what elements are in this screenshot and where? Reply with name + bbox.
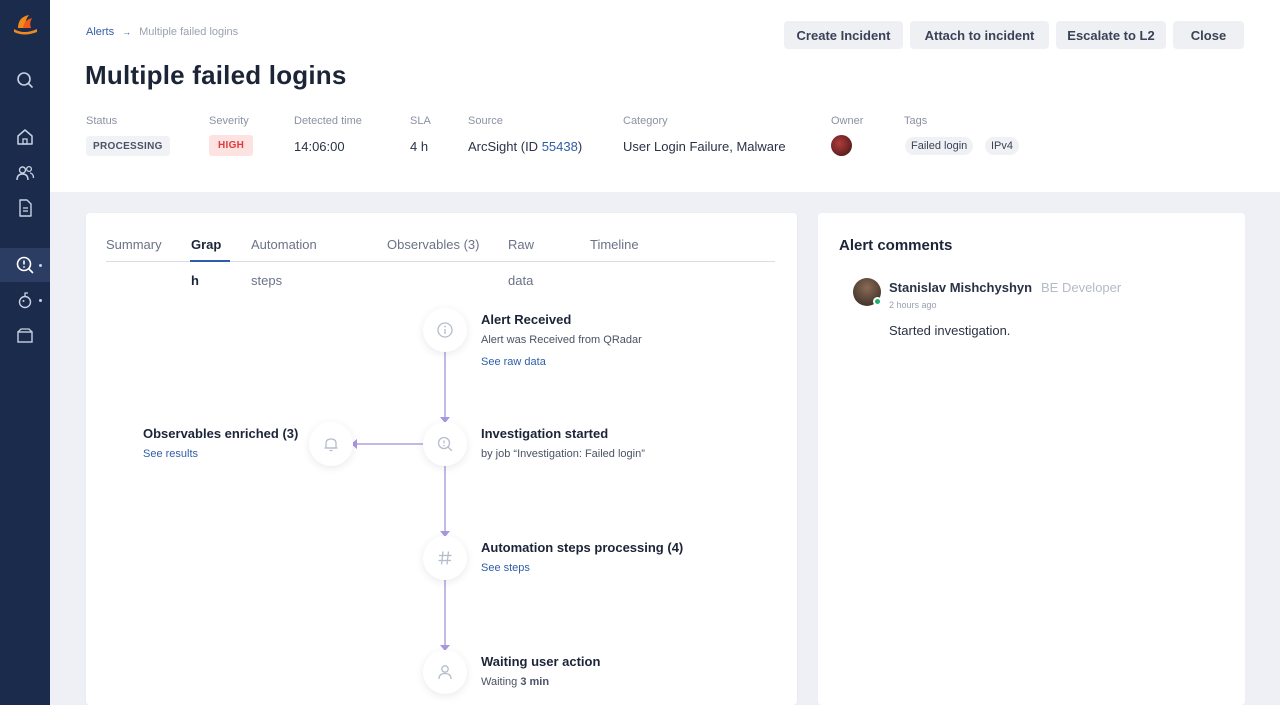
document-icon[interactable] — [15, 198, 35, 218]
alert-received-node[interactable] — [423, 308, 467, 352]
app-logo[interactable] — [12, 13, 38, 35]
search-icon[interactable] — [15, 70, 35, 90]
tab-observables[interactable]: Observables (3) — [387, 227, 479, 263]
active-tab-indicator — [190, 260, 230, 262]
automation-node[interactable] — [423, 536, 467, 580]
observables-node[interactable] — [309, 422, 353, 466]
alerts-icon[interactable] — [15, 255, 35, 275]
observables-title: Observables enriched (3) — [143, 426, 299, 441]
page-title: Multiple failed logins — [85, 60, 347, 90]
source-name: ArcSight (ID — [468, 139, 542, 154]
breadcrumb-current: Multiple failed logins — [139, 26, 239, 38]
tab-timeline[interactable]: Timeline — [590, 227, 639, 263]
header-actions: Create Incident Attach to incident Escal… — [784, 21, 1244, 49]
info-icon — [437, 322, 453, 338]
detected-time-label: Detected time — [294, 115, 362, 127]
attach-to-incident-button[interactable]: Attach to incident — [910, 21, 1049, 49]
alert-header: Alerts → Multiple failed logins Multiple… — [50, 0, 1280, 192]
severity-label: Severity — [209, 115, 249, 127]
bell-icon — [324, 438, 338, 452]
automation-title: Automation steps processing (4) — [481, 540, 684, 555]
connector-line — [444, 352, 446, 417]
source-id-link[interactable]: 55438 — [542, 139, 578, 154]
waiting-subtitle: Waiting 3 min — [481, 676, 549, 688]
tab-automation-steps[interactable]: Automation steps — [251, 227, 317, 299]
comment-author-role: BE Developer — [1041, 280, 1122, 295]
alert-comments-card: Alert comments Stanislav Mishchyshyn BE … — [818, 213, 1245, 705]
category-value: User Login Failure, Malware — [623, 139, 786, 154]
see-steps-link[interactable]: See steps — [481, 562, 530, 574]
alerts-expand-dot — [39, 264, 42, 267]
sla-value: 4 h — [410, 139, 429, 154]
threat-expand-dot — [39, 299, 42, 302]
severity-badge: HIGH — [209, 135, 254, 156]
tag-failed-login[interactable]: Failed login — [905, 137, 974, 155]
waiting-prefix: Waiting — [481, 676, 521, 688]
tab-raw-label-2: data — [508, 273, 534, 288]
tab-graph-label-2: h — [191, 273, 199, 288]
investigation-icon — [437, 436, 453, 452]
alert-received-title: Alert Received — [481, 312, 572, 327]
owner-avatar[interactable] — [831, 135, 852, 156]
breadcrumb-alerts-link[interactable]: Alerts — [86, 26, 114, 38]
escalate-button[interactable]: Escalate to L2 — [1056, 21, 1166, 49]
tab-raw-label-1: Raw — [508, 237, 535, 252]
comment-timestamp: 2 hours ago — [889, 300, 937, 310]
see-raw-data-link[interactable]: See raw data — [481, 356, 546, 368]
connector-line-horizontal — [356, 443, 424, 445]
alert-graph-card: Summary Grap h Automation steps Observab… — [86, 213, 797, 705]
investigation-node[interactable] — [423, 422, 467, 466]
threat-icon[interactable] — [15, 290, 35, 310]
cases-icon[interactable] — [15, 326, 35, 346]
breadcrumb: Alerts → Multiple failed logins — [86, 26, 238, 38]
alert-received-subtitle: Alert was Received from QRadar — [481, 334, 642, 346]
category-label: Category — [623, 115, 668, 127]
status-label: Status — [86, 115, 118, 127]
close-button[interactable]: Close — [1173, 21, 1244, 49]
create-incident-button[interactable]: Create Incident — [784, 21, 903, 49]
tab-automation-label-1: Automation — [251, 237, 317, 252]
comment-text: Started investigation. — [889, 323, 1011, 338]
online-status-indicator — [873, 297, 882, 306]
source-value: ArcSight (ID 55438) — [468, 139, 582, 154]
status-badge: PROCESSING — [86, 136, 170, 156]
connector-line — [444, 466, 446, 531]
waiting-node[interactable] — [423, 650, 467, 694]
user-icon — [438, 665, 452, 680]
investigation-title: Investigation started — [481, 426, 609, 441]
see-results-link[interactable]: See results — [143, 448, 198, 460]
tab-summary[interactable]: Summary — [106, 227, 162, 263]
waiting-duration: 3 min — [520, 676, 550, 688]
waiting-title: Waiting user action — [481, 654, 601, 669]
owner-label: Owner — [831, 115, 864, 127]
hash-icon — [438, 551, 452, 565]
connector-line — [444, 580, 446, 645]
users-icon[interactable] — [15, 163, 35, 183]
comment-author-name[interactable]: Stanislav Mishchyshyn — [889, 280, 1032, 295]
detected-time-value: 14:06:00 — [294, 139, 345, 154]
sla-label: SLA — [410, 115, 431, 127]
source-label: Source — [468, 115, 503, 127]
investigation-subtitle: by job “Investigation: Failed login” — [481, 448, 645, 460]
source-suffix: ) — [577, 139, 583, 154]
tags-label: Tags — [904, 115, 928, 127]
tag-ipv4[interactable]: IPv4 — [985, 137, 1020, 155]
tab-automation-label-2: steps — [251, 273, 283, 288]
comments-title: Alert comments — [839, 237, 953, 254]
home-icon[interactable] — [15, 127, 35, 147]
sidebar — [0, 0, 50, 705]
breadcrumb-separator: → — [122, 27, 132, 37]
tab-raw-data[interactable]: Raw data — [508, 227, 534, 299]
tab-graph-label-1: Grap — [191, 237, 222, 252]
tab-graph[interactable]: Grap h — [191, 227, 221, 299]
